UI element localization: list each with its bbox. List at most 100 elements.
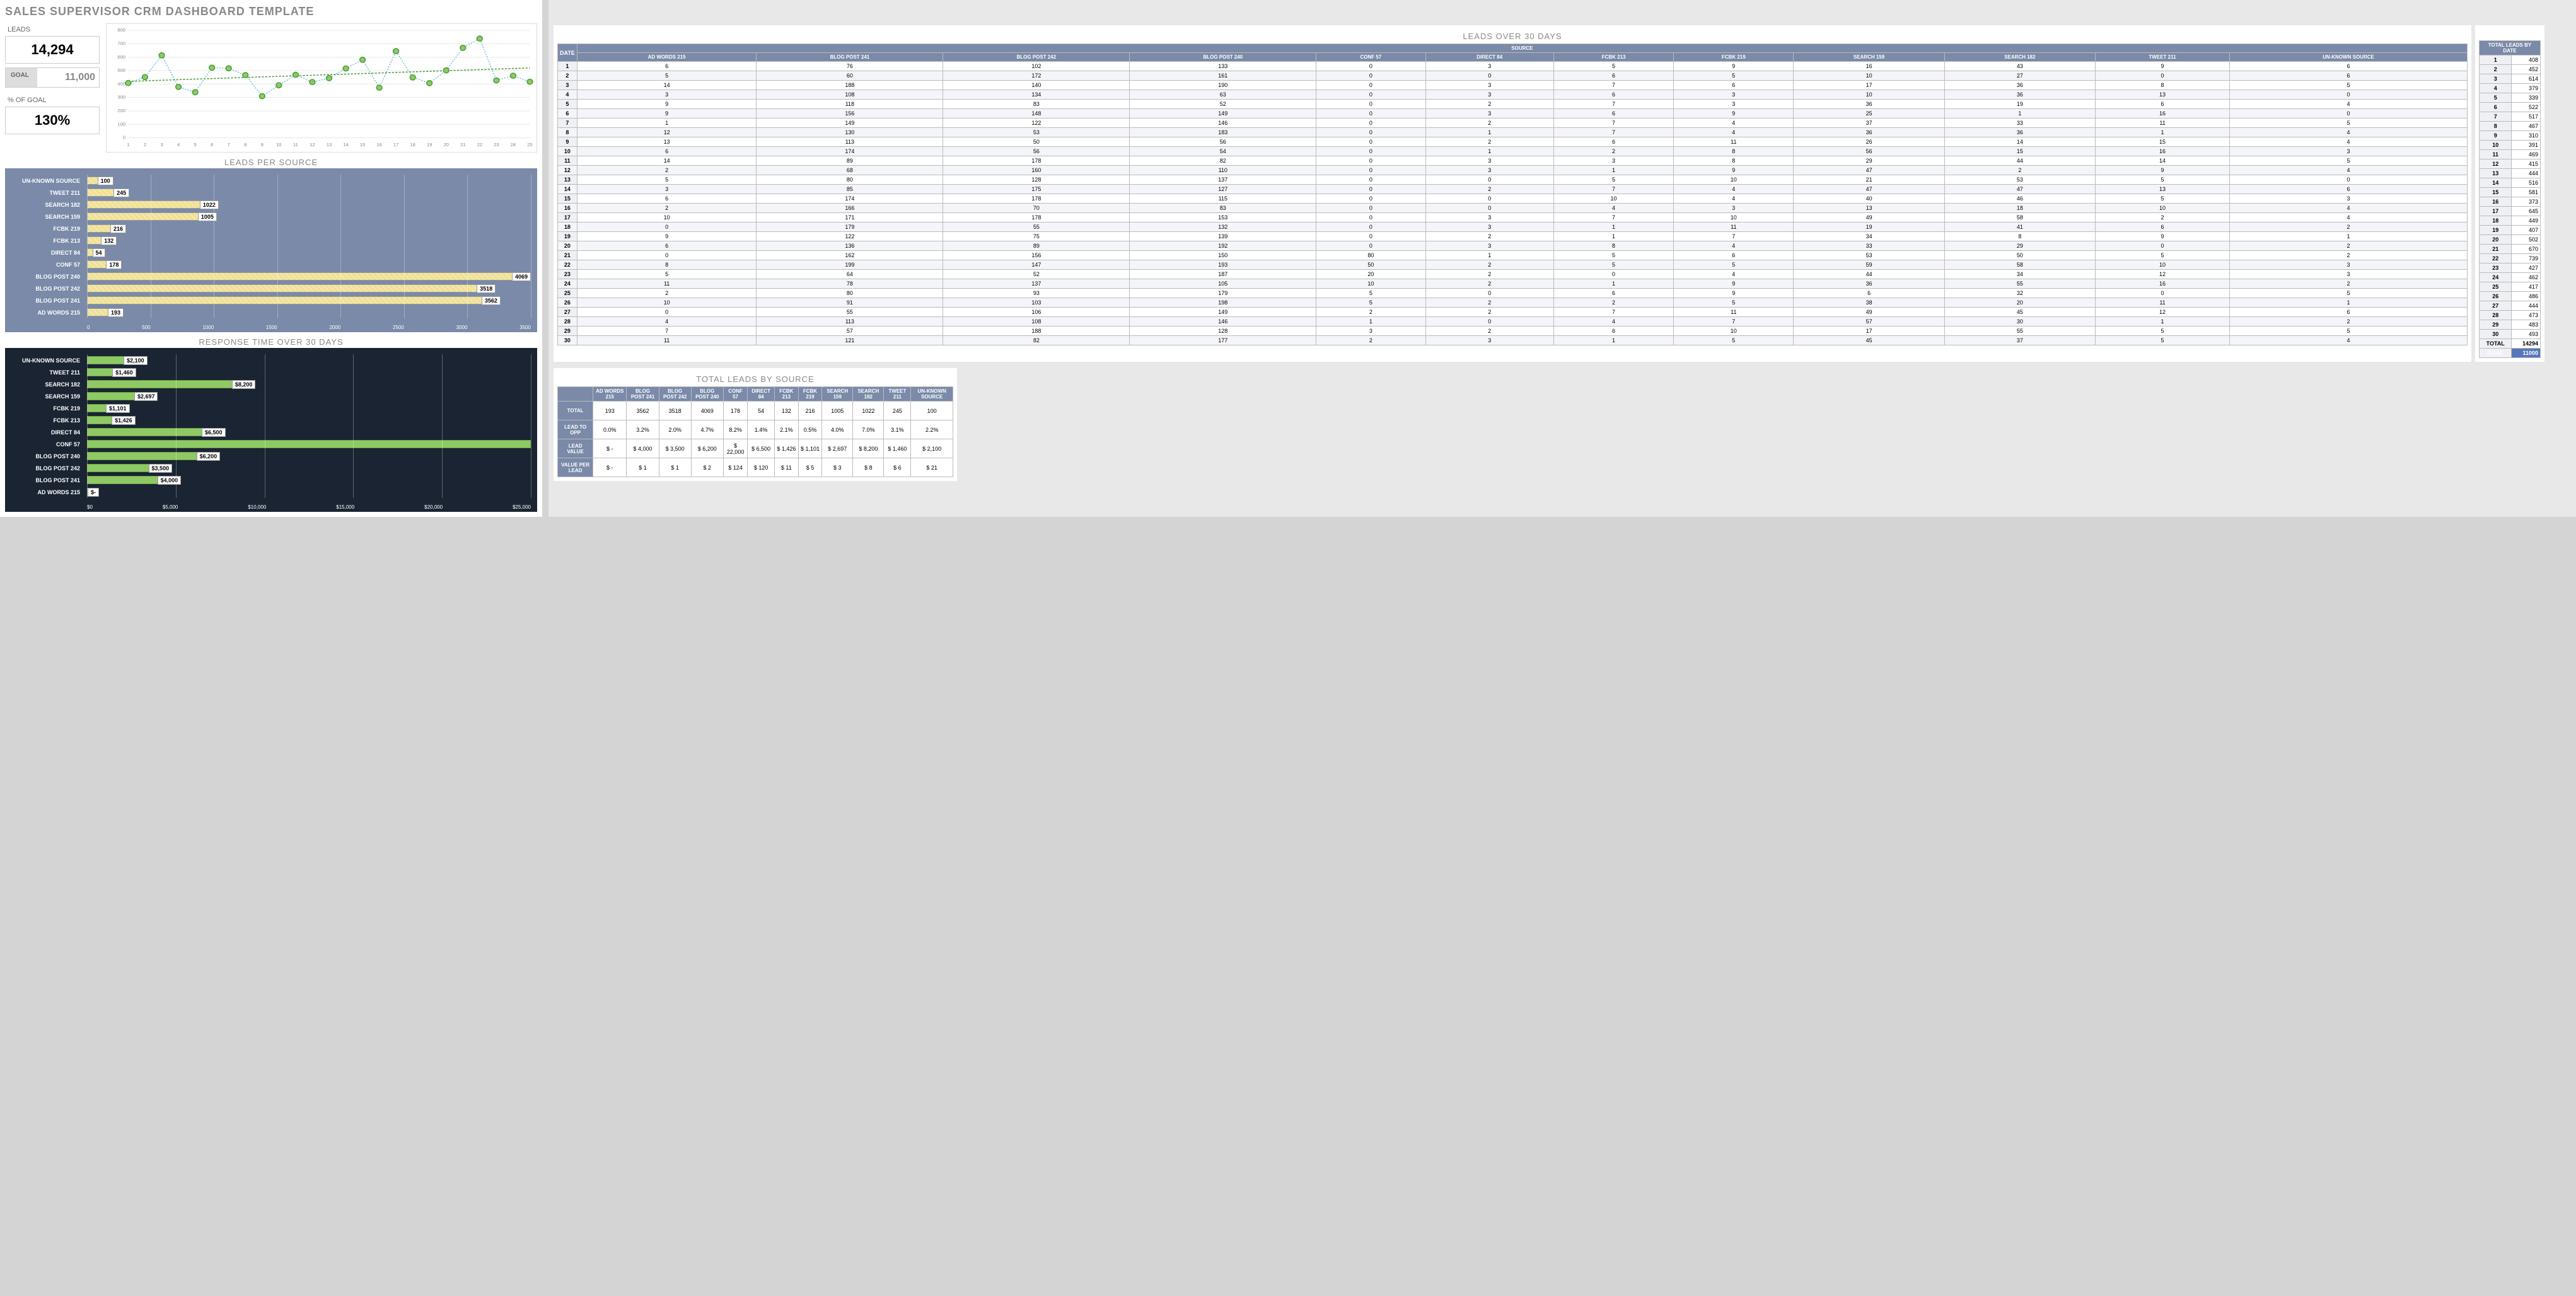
- leads-label: LEADS: [5, 23, 100, 36]
- th-source: SOURCE: [577, 44, 2467, 53]
- table-row: 27444: [2480, 301, 2541, 311]
- bar-row: FCBK 213 $1,426: [87, 414, 531, 426]
- table-row: 106174565401285615163: [558, 147, 2468, 156]
- bar-label: SEARCH 159: [5, 214, 84, 220]
- th-src: SEARCH 159: [822, 387, 853, 402]
- th-source-col: TWEET 211: [2096, 53, 2230, 62]
- svg-text:700: 700: [117, 41, 125, 47]
- bar: [87, 368, 113, 376]
- leads-30-table: DATESOURCEAD WORDS 215BLOG POST 241BLOG …: [557, 43, 2468, 345]
- th-src: BLOG POST 241: [627, 387, 659, 402]
- leads-30-panel: LEADS OVER 30 DAYS DATESOURCEAD WORDS 21…: [554, 25, 2471, 362]
- table-row: 2841131081461047573012: [558, 317, 2468, 327]
- bar: [87, 308, 108, 316]
- bar-label: DIRECT 84: [5, 429, 84, 436]
- bar-row: UN-KNOWN SOURCE $2,100: [87, 354, 531, 366]
- bar-value: $2,697: [134, 392, 158, 401]
- bar-label: FCBK 219: [5, 226, 84, 232]
- bar: [87, 476, 158, 484]
- bar-label: SEARCH 159: [5, 393, 84, 400]
- table-row: 28473: [2480, 311, 2541, 320]
- table-row: 21670: [2480, 245, 2541, 254]
- svg-text:200: 200: [117, 108, 125, 113]
- table-row: 206136891920384332902: [558, 241, 2468, 251]
- table-row: 6522: [2480, 103, 2541, 112]
- th-source-col: SEARCH 182: [1944, 53, 2095, 62]
- th-source-col: BLOG POST 240: [1130, 53, 1316, 62]
- bar-value: 4069: [512, 272, 531, 281]
- svg-text:600: 600: [117, 54, 125, 60]
- bar: [87, 416, 112, 424]
- svg-text:18: 18: [410, 142, 415, 148]
- bar-row: DIRECT 84 54: [87, 246, 531, 258]
- table-row: 20502: [2480, 235, 2541, 245]
- svg-text:12: 12: [310, 142, 315, 148]
- table-row: 2356452187202044434123: [558, 270, 2468, 279]
- bar-label: SEARCH 182: [5, 381, 84, 388]
- table-row: 16761021330359164396: [558, 62, 2468, 71]
- table-row: 5911883520273361964: [558, 100, 2468, 109]
- th-src: FCBK 213: [775, 387, 799, 402]
- svg-text:19: 19: [427, 142, 432, 148]
- bar: [87, 380, 233, 388]
- table-row: 5339: [2480, 93, 2541, 103]
- svg-text:7: 7: [228, 142, 230, 148]
- bar-value: 132: [101, 236, 117, 245]
- table-row: 9310: [2480, 131, 2541, 141]
- bar-label: BLOG POST 242: [5, 465, 84, 472]
- table-row: TOTAL19335623518406917854132216100510222…: [558, 402, 953, 420]
- table-row: 1114891788203382944145: [558, 156, 2468, 166]
- pct-goal-label: % OF GOAL: [5, 94, 100, 107]
- table-row: 7114912214602743733115: [558, 119, 2468, 128]
- th-src: CONF 57: [723, 387, 748, 402]
- bar-label: BLOG POST 242: [5, 286, 84, 292]
- x-axis: 0500100015002000250030003500: [87, 325, 531, 330]
- bar-label: FCBK 219: [5, 405, 84, 412]
- leads-per-source-chart: UN-KNOWN SOURCE 100 TWEET 211 245 SEARCH…: [5, 168, 537, 332]
- table-row: LEAD VALUE$ -$ 4,000$ 3,500$ 6,200$ 22,0…: [558, 439, 953, 458]
- page-title: SALES SUPERVISOR CRM DASHBOARD TEMPLATE: [5, 5, 537, 18]
- bar: [87, 428, 202, 436]
- leads-per-source-title: LEADS PER SOURCE: [5, 158, 537, 167]
- svg-text:20: 20: [444, 142, 449, 148]
- bar-row: SEARCH 182 1022: [87, 199, 531, 211]
- bar-value: $1,101: [106, 404, 130, 413]
- svg-text:0: 0: [123, 135, 125, 141]
- table-row: 12415: [2480, 159, 2541, 169]
- table-row: 1408: [2480, 55, 2541, 65]
- table-row: VALUE PER LEAD$ -$ 1$ 1$ 2$ 124$ 120$ 11…: [558, 458, 953, 477]
- total-by-date-table: TOTAL LEADS BY DATE140824523614437953396…: [2479, 40, 2541, 358]
- leads-value: 14,294: [11, 42, 94, 58]
- bar-value: $3,500: [149, 464, 173, 473]
- bar-row: BLOG POST 241 $4,000: [87, 474, 531, 486]
- table-row: 1358012813700510215350: [558, 175, 2468, 185]
- pct-goal-value: 130%: [11, 112, 94, 129]
- bar: [87, 392, 135, 400]
- svg-text:1: 1: [127, 142, 129, 148]
- th-source-col: AD WORDS 215: [577, 53, 757, 62]
- table-row: 228199147193502555958103: [558, 260, 2468, 270]
- bar-value: 178: [106, 260, 122, 269]
- bar-label: TWEET 211: [5, 369, 84, 376]
- svg-text:16: 16: [376, 142, 381, 148]
- bar-value: 54: [93, 248, 105, 257]
- bar-label: UN-KNOWN SOURCE: [5, 178, 84, 184]
- table-row: 3614: [2480, 74, 2541, 84]
- table-row: 18449: [2480, 216, 2541, 226]
- table-row: 19407: [2480, 226, 2541, 235]
- th-src: DIRECT 84: [748, 387, 775, 402]
- table-row: 691561481490369251160: [558, 109, 2468, 119]
- table-row: LEAD TO OPP0.0%3.2%2.0%4.7%8.2%1.4%2.1%0…: [558, 420, 953, 439]
- bar-row: FCBK 219 216: [87, 223, 531, 234]
- bar-row: FCBK 219 $1,101: [87, 402, 531, 414]
- bar-label: BLOG POST 241: [5, 477, 84, 483]
- svg-text:24: 24: [511, 142, 516, 148]
- svg-text:10: 10: [276, 142, 281, 148]
- table-row: 2528093179506963205: [558, 289, 2468, 298]
- table-row: 2452: [2480, 65, 2541, 74]
- table-row: 162166708300431318104: [558, 204, 2468, 213]
- bar-row: BLOG POST 240 4069: [87, 270, 531, 282]
- th-src: UN-KNOWN SOURCE: [911, 387, 953, 402]
- kpi-column: LEADS 14,294 GOAL 11,000 % OF GOAL 130%: [5, 23, 100, 153]
- bar: [87, 284, 477, 292]
